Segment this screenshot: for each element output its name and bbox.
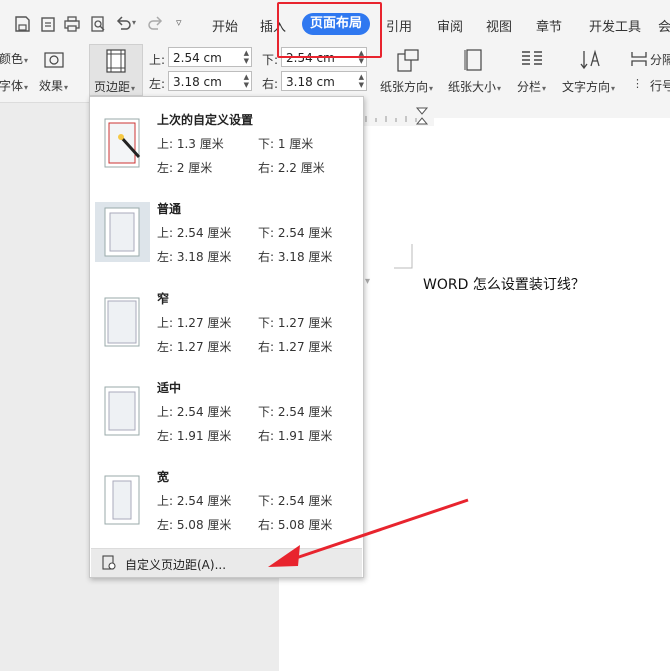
preset-right: 右: 3.18 厘米 (258, 250, 333, 264)
preset-left: 左: 1.91 厘米 (157, 429, 232, 443)
preset-top: 上: 2.54 厘米 (157, 226, 232, 240)
theme-font-label: 字体 (0, 79, 24, 93)
preset-bottom: 下: 2.54 厘米 (258, 405, 333, 419)
print-preview-icon[interactable] (88, 14, 108, 34)
paper-size-icon[interactable] (463, 47, 485, 73)
undo-icon[interactable] (113, 14, 133, 34)
text-direction-button[interactable]: 文字方向▾ (562, 78, 615, 95)
columns-icon[interactable] (520, 49, 544, 71)
tab-view[interactable]: 视图 (486, 16, 512, 35)
preset-right: 右: 1.91 厘米 (258, 429, 333, 443)
preset-top: 上: 1.27 厘米 (157, 316, 232, 330)
margins-label: 页边距 (94, 80, 131, 94)
theme-color-button[interactable]: 颜色▾ (0, 50, 28, 67)
columns-button[interactable]: 分栏▾ (517, 78, 546, 95)
undo-dropdown-icon[interactable]: ▾ (132, 18, 136, 27)
tab-references[interactable]: 引用 (386, 16, 412, 35)
margins-button[interactable]: 页边距▾ (89, 44, 143, 96)
preset-bottom: 下: 2.54 厘米 (258, 494, 333, 508)
preset-title: 窄 (157, 292, 170, 306)
right-margin-label: 右: (262, 77, 279, 91)
preset-right: 右: 1.27 厘米 (258, 340, 333, 354)
preset-left: 左: 5.08 厘米 (157, 518, 232, 532)
custom-margins-label: 自定义页边距(A)... (125, 558, 227, 572)
preset-normal[interactable]: 普通 上: 2.54 厘米 下: 2.54 厘米 左: 3.18 厘米 右: 3… (90, 192, 361, 280)
preset-right: 右: 5.08 厘米 (258, 518, 333, 532)
margin-preview-icon (95, 381, 150, 441)
orientation-button[interactable]: 纸张方向▾ (380, 78, 433, 95)
right-margin-input[interactable]: 3.18 cm ▲ ▼ (281, 71, 367, 91)
orientation-icon[interactable] (395, 47, 421, 73)
margins-dropdown: 上次的自定义设置 上: 1.3 厘米 下: 1 厘米 左: 2 厘米 右: 2.… (89, 96, 364, 578)
tab-chapter[interactable]: 章节 (536, 16, 562, 35)
preset-bottom: 下: 2.54 厘米 (258, 226, 333, 240)
orientation-label: 纸张方向 (380, 80, 429, 94)
margin-preview-icon (95, 113, 150, 173)
preset-top: 上: 1.3 厘米 (157, 137, 224, 151)
left-margin-label: 左: (149, 77, 166, 91)
line-number-label[interactable]: 行号 (650, 77, 670, 94)
line-number-icon: ⋮ (632, 77, 643, 90)
bottom-margin-label: 下: (262, 53, 279, 67)
preset-last-custom[interactable]: 上次的自定义设置 上: 1.3 厘米 下: 1 厘米 左: 2 厘米 右: 2.… (90, 103, 361, 191)
columns-label: 分栏 (517, 80, 542, 94)
tab-review[interactable]: 审阅 (437, 16, 463, 35)
separator-icon[interactable] (630, 50, 648, 68)
preset-bottom: 下: 1.27 厘米 (258, 316, 333, 330)
effects-label: 效果 (39, 79, 64, 93)
collapse-marker-icon: ▾ (365, 276, 371, 287)
paper-size-button[interactable]: 纸张大小▾ (448, 78, 501, 95)
theme-color-label: 颜色 (0, 52, 24, 66)
save-icon[interactable] (12, 14, 32, 34)
tab-highlight-box (277, 2, 382, 58)
redo-icon[interactable] (146, 14, 166, 34)
custom-margins-item[interactable]: 自定义页边距(A)... (91, 548, 362, 577)
preset-title: 适中 (157, 381, 182, 395)
effects-icon[interactable] (44, 52, 64, 68)
text-direction-icon[interactable] (578, 48, 602, 72)
top-margin-input[interactable]: 2.54 cm ▲ ▼ (168, 47, 252, 67)
export-icon[interactable] (38, 14, 58, 34)
top-margin-label: 上: (149, 53, 166, 67)
preset-top: 上: 2.54 厘米 (157, 405, 232, 419)
preset-narrow[interactable]: 窄 上: 1.27 厘米 下: 1.27 厘米 左: 1.27 厘米 右: 1.… (90, 282, 361, 370)
margin-preview-icon (95, 470, 150, 530)
preset-left: 左: 2 厘米 (157, 161, 213, 175)
paper-size-label: 纸张大小 (448, 80, 497, 94)
tab-start[interactable]: 开始 (212, 16, 238, 35)
margin-preview-icon (95, 202, 150, 262)
horizontal-ruler (362, 102, 670, 127)
theme-font-button[interactable]: 字体▾ (0, 77, 28, 94)
preset-right: 右: 2.2 厘米 (258, 161, 325, 175)
custom-margins-icon (101, 555, 117, 571)
separator-label[interactable]: 分隔 (650, 51, 670, 68)
text-direction-label: 文字方向 (562, 80, 611, 94)
preset-left: 左: 1.27 厘米 (157, 340, 232, 354)
preset-title: 宽 (157, 470, 170, 484)
preset-wide[interactable]: 宽 上: 2.54 厘米 下: 2.54 厘米 左: 5.08 厘米 右: 5.… (90, 460, 361, 548)
tab-member[interactable]: 会 (658, 16, 670, 35)
preset-title: 普通 (157, 202, 182, 216)
margin-preview-icon (95, 292, 150, 352)
margins-icon (105, 49, 127, 73)
preset-title: 上次的自定义设置 (157, 113, 254, 127)
customize-qa-icon[interactable]: ▿ (176, 16, 182, 29)
print-icon[interactable] (62, 14, 82, 34)
preset-moderate[interactable]: 适中 上: 2.54 厘米 下: 2.54 厘米 左: 1.91 厘米 右: 1… (90, 371, 361, 459)
preset-bottom: 下: 1 厘米 (258, 137, 314, 151)
tab-developer[interactable]: 开发工具 (589, 16, 641, 35)
effects-button[interactable]: 效果▾ (39, 77, 68, 94)
preset-top: 上: 2.54 厘米 (157, 494, 232, 508)
document-heading[interactable]: WORD 怎么设置装订线？ (423, 274, 585, 294)
preset-left: 左: 3.18 厘米 (157, 250, 232, 264)
left-margin-input[interactable]: 3.18 cm ▲ ▼ (168, 71, 252, 91)
